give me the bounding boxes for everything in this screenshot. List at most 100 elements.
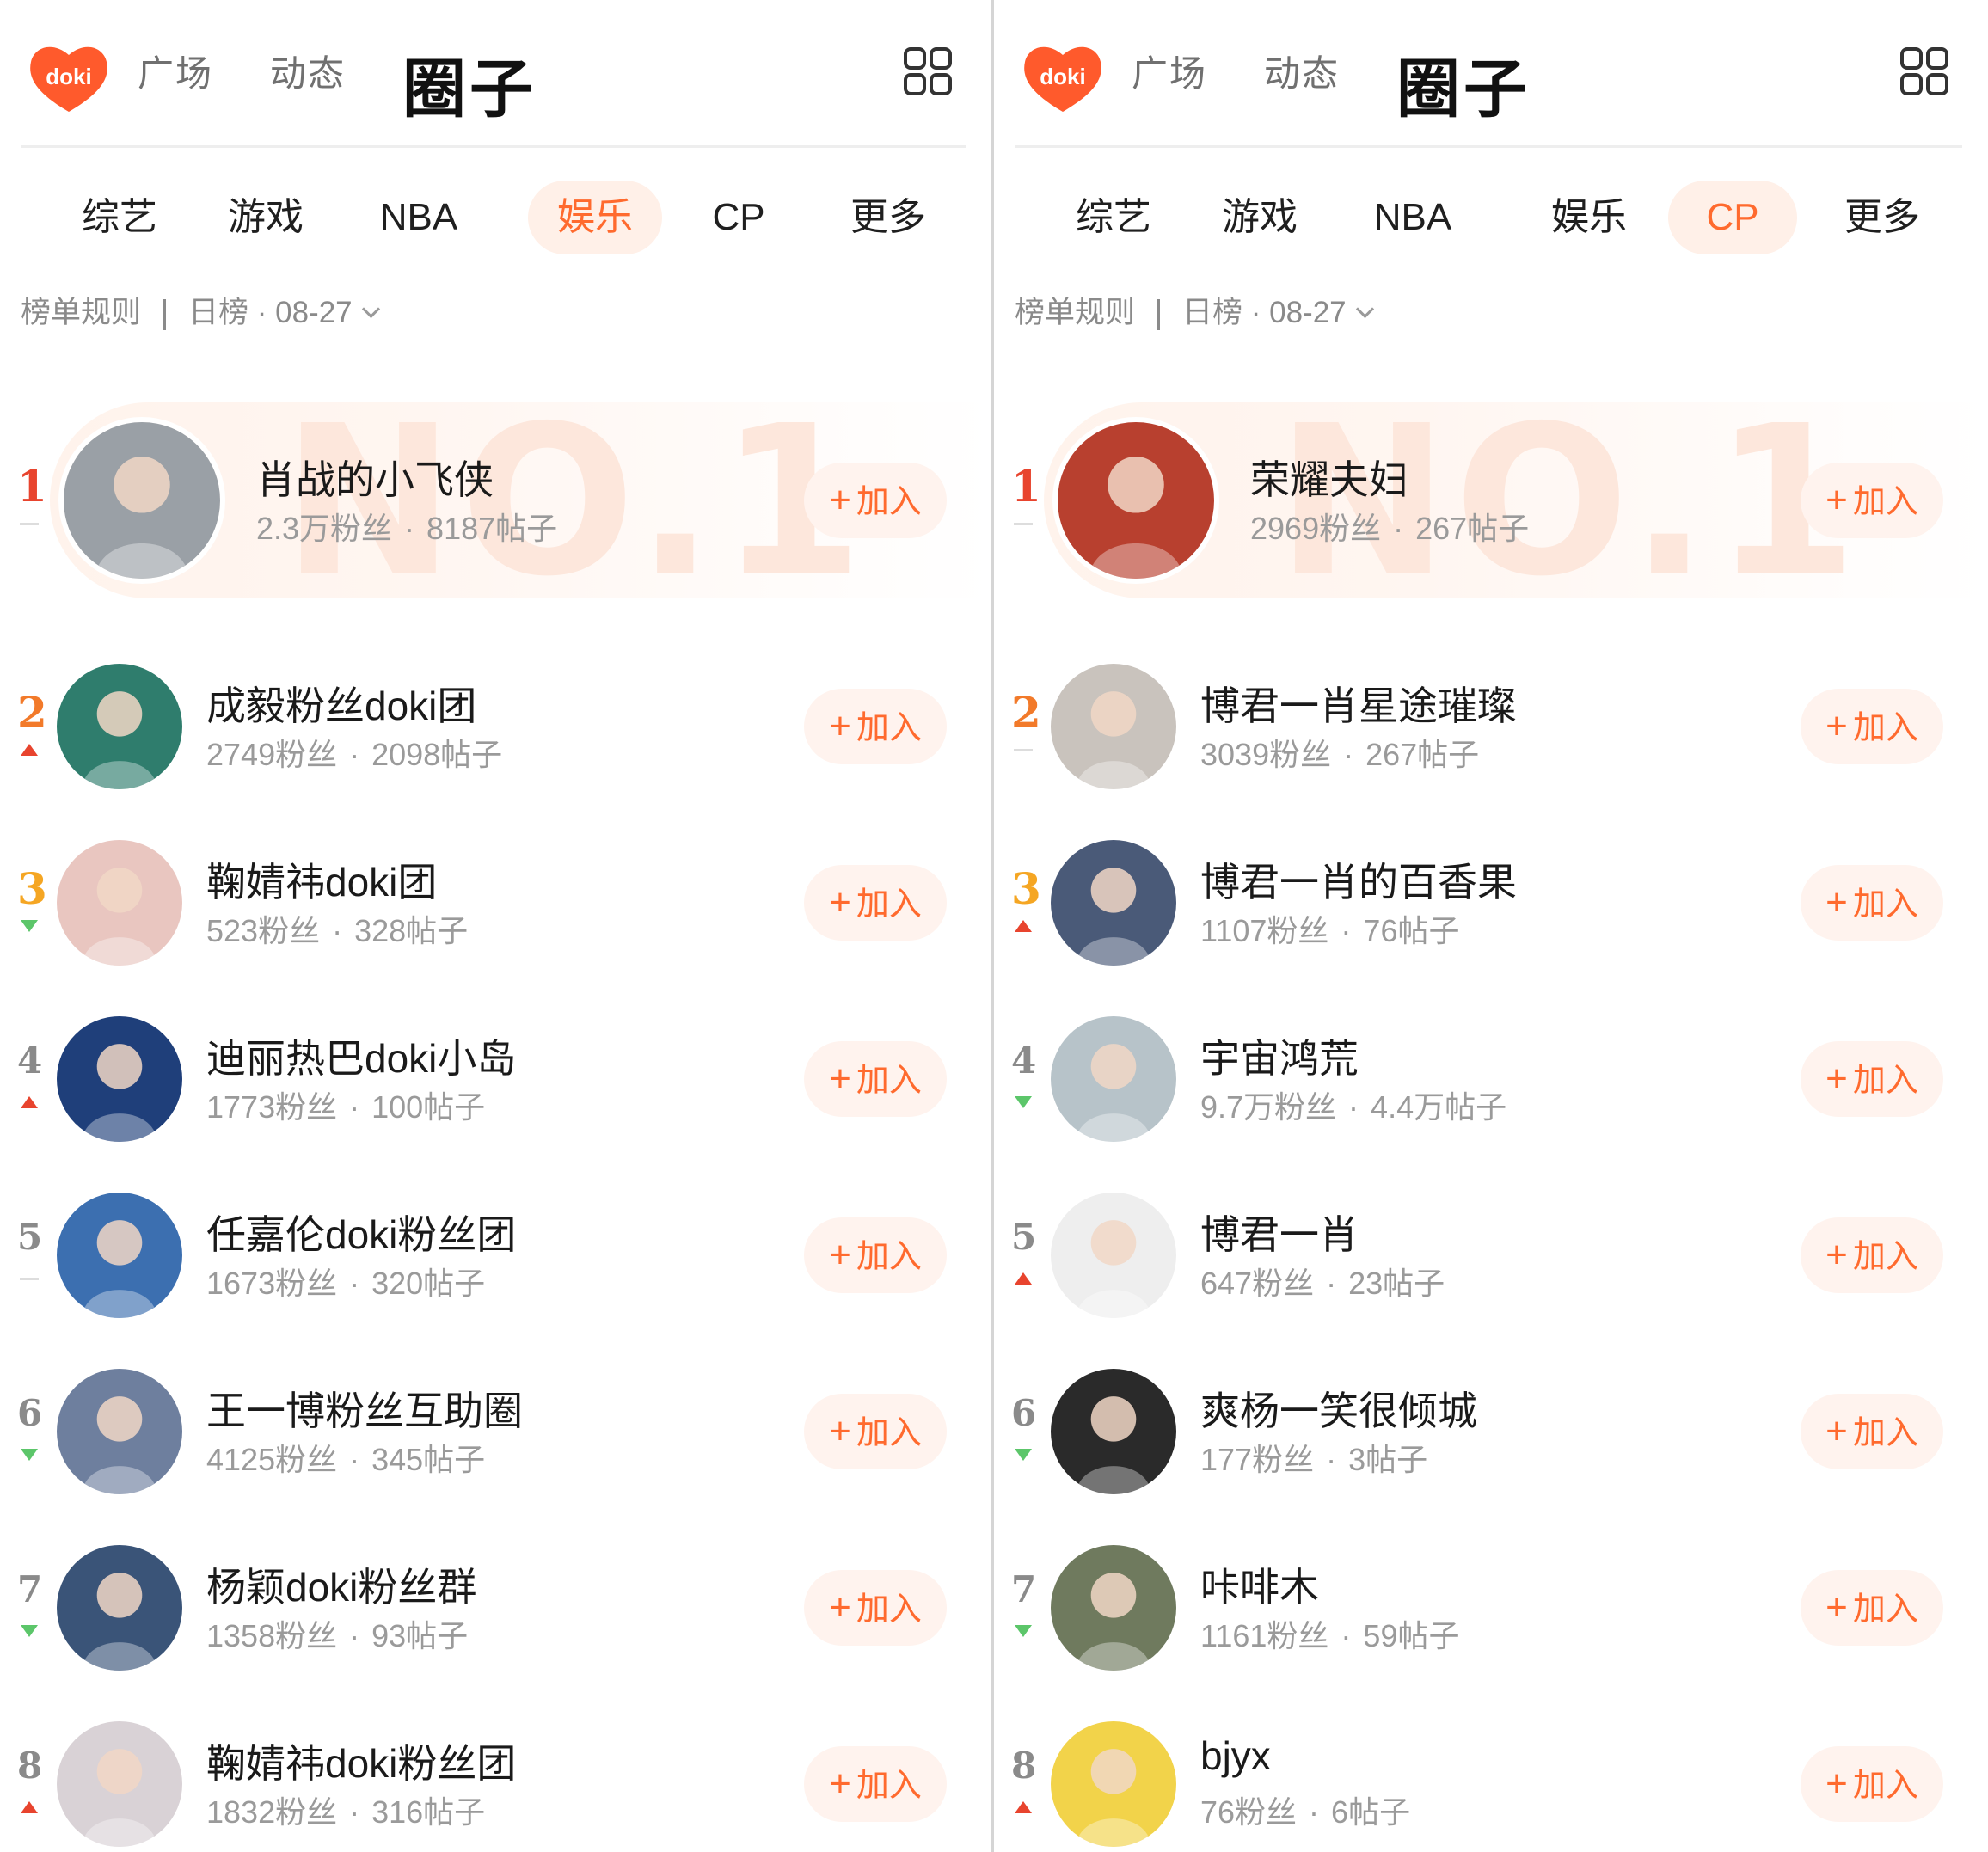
list-item[interactable]: 8 bjyx 76粉丝 · 6帖子 + 加入 [994, 1698, 1988, 1852]
list-item[interactable]: 8 鞠婧祎doki粉丝团 1832粉丝 · 316帖子 + 加入 [0, 1698, 991, 1852]
separator-dot: · [349, 1794, 360, 1830]
avatar[interactable] [1051, 664, 1176, 789]
join-label: 加入 [1852, 710, 1918, 746]
doki-logo[interactable]: doki [28, 43, 110, 113]
posts-count: 267帖子 [1415, 511, 1530, 546]
circle-name[interactable]: 迪丽热巴doki小岛 [206, 1027, 516, 1084]
list-item[interactable]: 6 王一博粉丝互助圈 4125粉丝 · 345帖子 + 加入 [0, 1346, 991, 1518]
grid-menu-icon[interactable] [904, 47, 954, 97]
nav-tab-feed[interactable]: 动态 [270, 45, 346, 97]
join-button[interactable]: + 加入 [804, 1217, 947, 1293]
list-item[interactable]: 6 爽杨一笑很倾城 177粉丝 · 3帖子 + 加入 [994, 1346, 1988, 1518]
list-item[interactable]: 7 杨颖doki粉丝群 1358粉丝 · 93帖子 + 加入 [0, 1522, 991, 1694]
category-tab[interactable]: CP [674, 181, 803, 254]
chevron-down-icon[interactable] [361, 299, 380, 319]
category-tab[interactable]: NBA [354, 181, 483, 254]
nav-tab-feed[interactable]: 动态 [1264, 45, 1340, 97]
circle-name[interactable]: 王一博粉丝互助圈 [206, 1380, 523, 1437]
circle-name[interactable]: 鞠婧祎doki团 [206, 851, 437, 908]
circle-name[interactable]: 荣耀夫妇 [1250, 449, 1408, 506]
join-button[interactable]: + 加入 [804, 1041, 947, 1117]
category-tab[interactable]: CP [1668, 181, 1797, 254]
join-button[interactable]: + 加入 [1801, 463, 1943, 538]
join-button[interactable]: + 加入 [1801, 1041, 1943, 1117]
join-button[interactable]: + 加入 [1801, 689, 1943, 764]
date-selector[interactable]: 日榜 · 08-27 [1182, 296, 1347, 329]
circle-name[interactable]: 博君一肖 [1200, 1204, 1359, 1260]
list-item[interactable]: 5 博君一肖 647粉丝 · 23帖子 + 加入 [994, 1169, 1988, 1341]
list-item[interactable]: 4 宇宙鸿荒 9.7万粉丝 · 4.4万帖子 + 加入 [994, 993, 1988, 1165]
doki-logo[interactable]: doki [1022, 43, 1104, 113]
ranking-rules-link[interactable]: 榜单规则 [1015, 296, 1135, 329]
category-tab[interactable]: 更多 [824, 181, 953, 254]
circle-name[interactable]: 爽杨一笑很倾城 [1200, 1380, 1477, 1437]
circle-name[interactable]: 咔啡木 [1200, 1556, 1319, 1613]
plus-icon: + [829, 1586, 851, 1628]
circle-name[interactable]: 鞠婧祎doki粉丝团 [206, 1732, 516, 1789]
chevron-down-icon[interactable] [1355, 299, 1374, 319]
category-tab[interactable]: 游戏 [1195, 181, 1324, 254]
screen-panel: doki 广场 动态 圈子 综艺 游戏 NBA 娱乐 CP 更多 榜单规则 日榜 · 08-27 NO.… [994, 0, 1988, 1852]
list-item[interactable]: 7 咔啡木 1161粉丝 · 59帖子 + 加入 [994, 1522, 1988, 1694]
list-item[interactable]: 5 任嘉伦doki粉丝团 1673粉丝 · 320帖子 + 加入 [0, 1169, 991, 1341]
avatar[interactable] [1051, 1545, 1176, 1671]
join-button[interactable]: + 加入 [1801, 1394, 1943, 1469]
circle-name[interactable]: 任嘉伦doki粉丝团 [206, 1204, 516, 1260]
list-item[interactable]: 3 博君一肖的百香果 1107粉丝 · 76帖子 + 加入 [994, 817, 1988, 989]
circle-name[interactable]: 博君一肖的百香果 [1200, 851, 1517, 908]
list-item[interactable]: 3 鞠婧祎doki团 523粉丝 · 328帖子 + 加入 [0, 817, 991, 989]
join-label: 加入 [1852, 1768, 1918, 1804]
circle-name[interactable]: 杨颖doki粉丝群 [206, 1556, 476, 1613]
join-button[interactable]: + 加入 [1801, 1217, 1943, 1293]
category-tab[interactable]: 游戏 [201, 181, 330, 254]
circle-name[interactable]: 宇宙鸿荒 [1200, 1027, 1359, 1084]
avatar[interactable] [57, 1369, 182, 1494]
nav-tab-circles[interactable]: 圈子 [1396, 38, 1531, 130]
circle-name[interactable]: 成毅粉丝doki团 [206, 675, 476, 732]
avatar[interactable] [1051, 840, 1176, 966]
join-button[interactable]: + 加入 [1801, 1570, 1943, 1646]
join-button[interactable]: + 加入 [804, 865, 947, 941]
avatar[interactable] [57, 840, 182, 966]
list-item[interactable]: NO.1 1 荣耀夫妇 2969粉丝 · 267帖子 + 加入 [994, 394, 1988, 609]
ranking-rules-link[interactable]: 榜单规则 [21, 296, 141, 329]
avatar[interactable] [1051, 1369, 1176, 1494]
avatar[interactable] [1051, 1193, 1176, 1318]
nav-tab-circles[interactable]: 圈子 [402, 38, 537, 130]
join-button[interactable]: + 加入 [804, 463, 947, 538]
join-button[interactable]: + 加入 [804, 1394, 947, 1469]
circle-name[interactable]: 博君一肖星途璀璨 [1200, 675, 1517, 732]
nav-tab-plaza[interactable]: 广场 [138, 45, 213, 97]
avatar[interactable] [57, 1721, 182, 1847]
category-tab[interactable]: 娱乐 [1522, 181, 1656, 254]
category-tab[interactable]: 综艺 [1049, 181, 1178, 254]
avatar[interactable] [1051, 1016, 1176, 1142]
circle-name[interactable]: 肖战的小飞侠 [256, 449, 494, 506]
avatar[interactable] [1051, 1721, 1176, 1847]
category-tab[interactable]: 更多 [1818, 181, 1947, 254]
list-item[interactable]: 2 成毅粉丝doki团 2749粉丝 · 2098帖子 + 加入 [0, 641, 991, 813]
circle-name[interactable]: bjyx [1200, 1732, 1271, 1779]
join-button[interactable]: + 加入 [804, 1746, 947, 1822]
avatar[interactable] [57, 1193, 182, 1318]
avatar[interactable] [57, 664, 182, 789]
avatar[interactable] [1052, 417, 1219, 584]
divider [163, 298, 167, 330]
category-tab[interactable]: NBA [1348, 181, 1477, 254]
avatar[interactable] [57, 1545, 182, 1671]
list-item[interactable]: 2 博君一肖星途璀璨 3039粉丝 · 267帖子 + 加入 [994, 641, 1988, 813]
list-item[interactable]: NO.1 1 肖战的小飞侠 2.3万粉丝 · 8187帖子 + 加入 [0, 394, 991, 609]
join-button[interactable]: + 加入 [1801, 1746, 1943, 1822]
avatar[interactable] [58, 417, 225, 584]
category-tab[interactable]: 综艺 [55, 181, 184, 254]
grid-menu-icon[interactable] [1900, 47, 1950, 97]
posts-count: 328帖子 [354, 913, 469, 948]
join-button[interactable]: + 加入 [1801, 865, 1943, 941]
join-button[interactable]: + 加入 [804, 1570, 947, 1646]
join-button[interactable]: + 加入 [804, 689, 947, 764]
avatar[interactable] [57, 1016, 182, 1142]
category-tab[interactable]: 娱乐 [528, 181, 662, 254]
date-selector[interactable]: 日榜 · 08-27 [188, 296, 353, 329]
list-item[interactable]: 4 迪丽热巴doki小岛 1773粉丝 · 100帖子 + 加入 [0, 993, 991, 1165]
nav-tab-plaza[interactable]: 广场 [1132, 45, 1207, 97]
